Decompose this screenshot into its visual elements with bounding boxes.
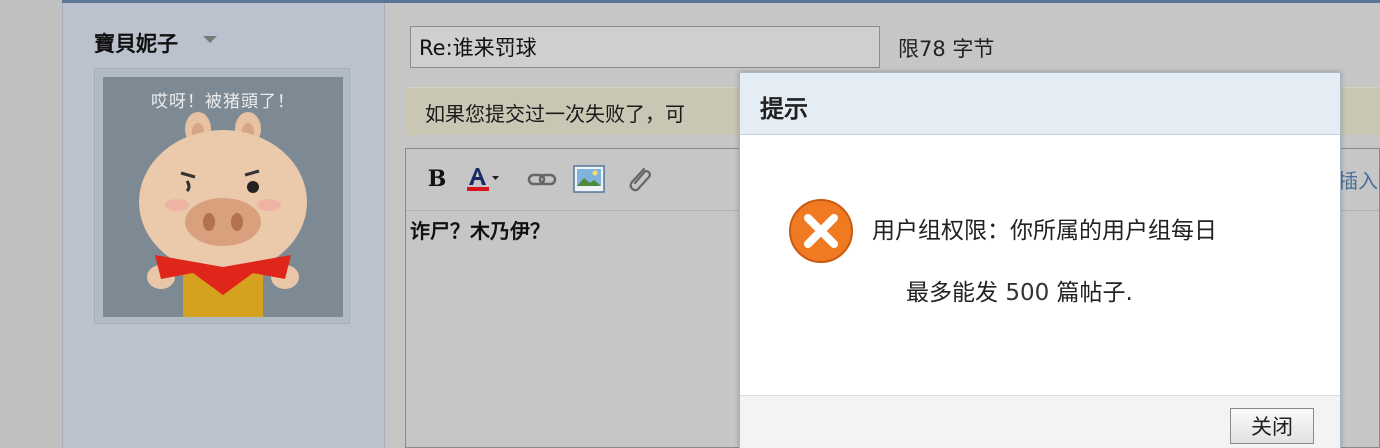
- author-username[interactable]: 寶貝妮子: [94, 28, 178, 58]
- font-color-icon: [467, 168, 499, 191]
- font-color-button[interactable]: [466, 165, 500, 193]
- subject-input[interactable]: [410, 26, 880, 68]
- avatar: 哎呀！被猪頭了！: [103, 77, 343, 317]
- dialog-message-line2: 最多能发 500 篇帖子.: [906, 273, 1133, 307]
- close-button[interactable]: 关闭: [1230, 408, 1314, 444]
- link-icon: [527, 173, 557, 186]
- dialog-message-prefix: 最多能发: [906, 280, 1006, 306]
- attach-file-button[interactable]: [624, 165, 654, 193]
- alert-dialog: 提示 用户组权限：你所属的用户组每日 最多能发 500 篇帖子. 关闭: [739, 72, 1341, 448]
- subject-length-limit: 限78 字节: [898, 37, 995, 61]
- bold-button[interactable]: B: [426, 165, 448, 193]
- page-left-gutter: [0, 0, 62, 448]
- insert-image-link[interactable]: 插入图: [1338, 165, 1380, 194]
- insert-image-button[interactable]: [572, 165, 606, 193]
- chevron-down-icon[interactable]: [203, 36, 217, 43]
- error-icon: [789, 199, 853, 263]
- dialog-message-line1: 用户组权限：你所属的用户组每日: [872, 218, 1217, 244]
- dialog-footer: 关闭: [740, 395, 1340, 448]
- dialog-message-suffix: 篇帖子.: [1049, 280, 1133, 306]
- editor-content[interactable]: 诈尸？木乃伊？: [410, 215, 550, 244]
- daily-post-limit: 500: [1005, 280, 1050, 306]
- pig-avatar-illustration: [103, 77, 343, 317]
- insert-link-button[interactable]: [526, 165, 558, 193]
- avatar-caption: 哎呀！被猪頭了！: [151, 92, 295, 112]
- dialog-title: 提示: [760, 95, 808, 123]
- avatar-frame: 哎呀！被猪頭了！: [94, 68, 350, 324]
- dialog-header: 提示: [740, 73, 1340, 135]
- paperclip-icon: [629, 167, 651, 192]
- image-icon: [573, 165, 605, 193]
